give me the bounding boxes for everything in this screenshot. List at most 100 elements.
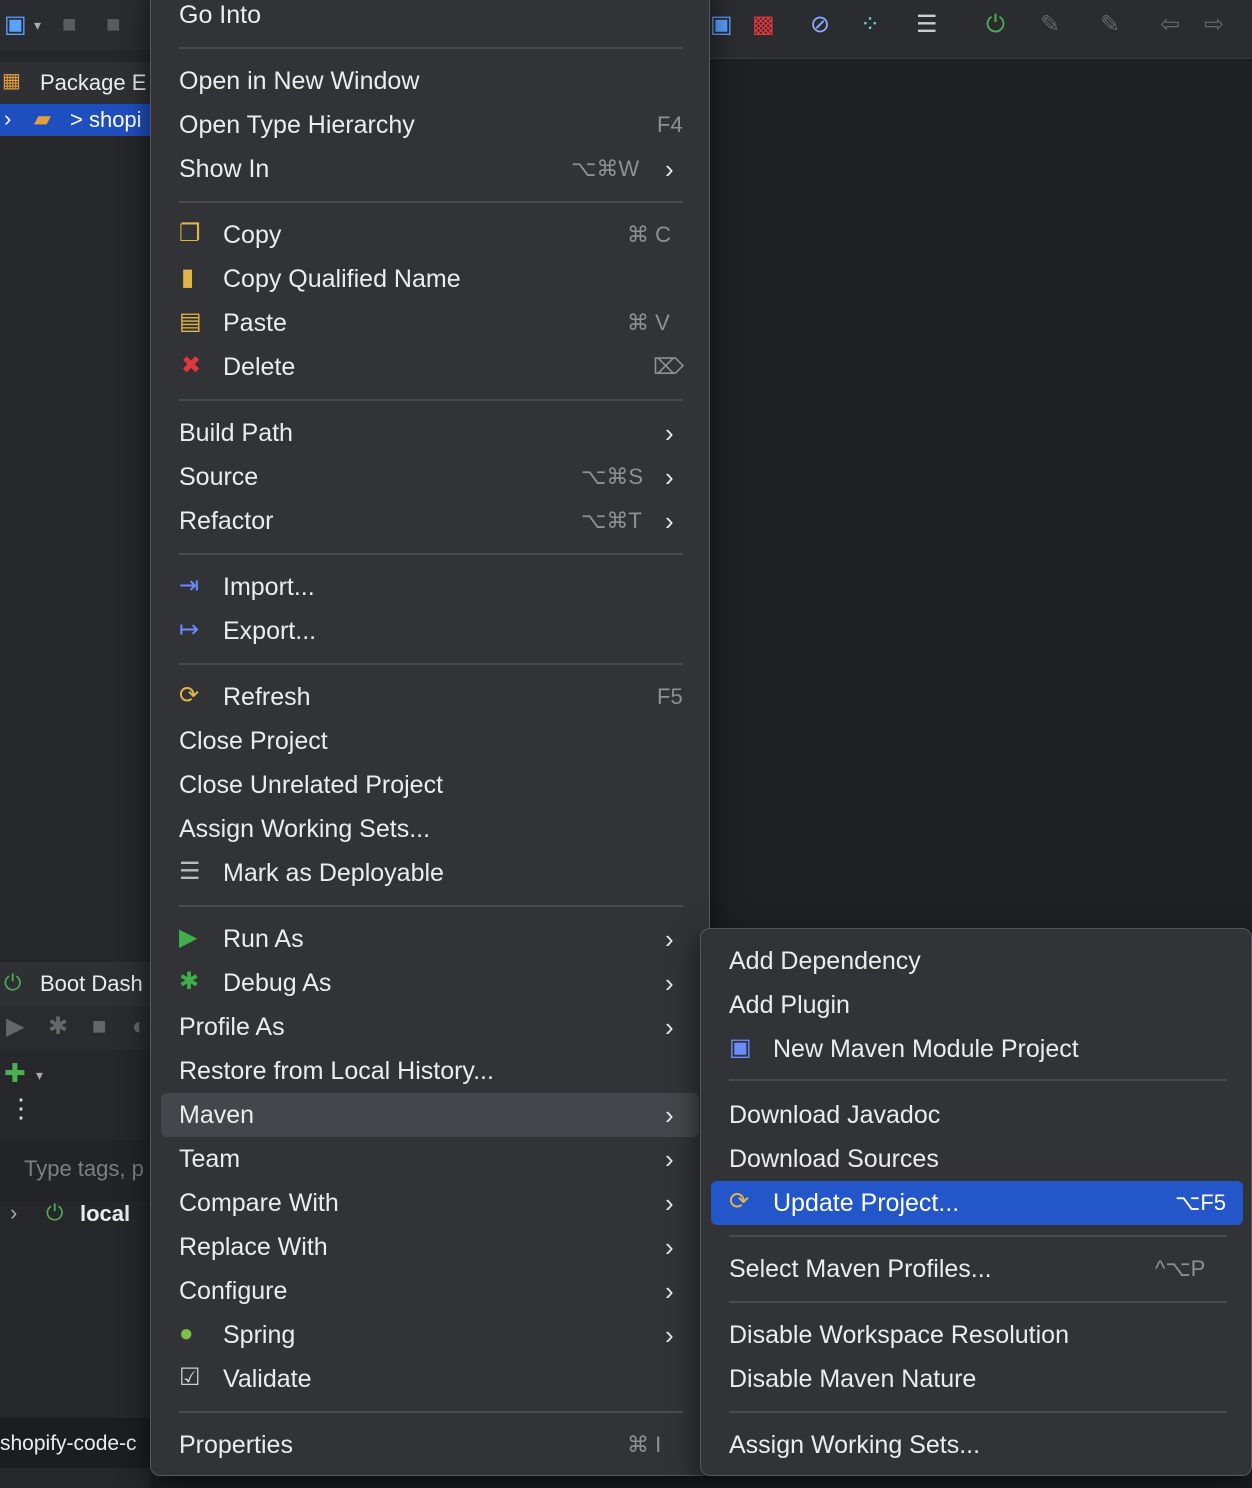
menu-item-run-as[interactable]: ▶ Run As ›: [179, 917, 683, 961]
checkbox-icon: ☑: [179, 1364, 201, 1391]
start-icon[interactable]: ▶: [6, 1012, 24, 1042]
submenu-item-assign-working-sets[interactable]: Assign Working Sets...: [729, 1423, 1233, 1467]
skip-breakpoints-icon[interactable]: ⊘: [810, 10, 830, 40]
menu-label: Open Type Hierarchy: [179, 111, 415, 139]
dropdown-arrow-icon[interactable]: ▾: [36, 1060, 43, 1090]
save-icon[interactable]: ■: [62, 10, 77, 40]
shortcut: ⌥⌘W: [571, 156, 640, 181]
submenu-item-add-dependency[interactable]: Add Dependency: [729, 939, 1233, 983]
menu-item-build-path[interactable]: Build Path ›: [179, 411, 683, 455]
boot-dashboard-header[interactable]: ⏻ Boot Dash: [0, 962, 150, 1006]
maven-submenu: Add Dependency Add Plugin ▣ New Maven Mod…: [700, 928, 1252, 1476]
menu-item-close-unrelated-project[interactable]: Close Unrelated Project: [179, 763, 683, 807]
chevron-right-icon[interactable]: ›: [10, 1200, 17, 1226]
menu-item-copy[interactable]: ❐ Copy ⌘ C: [179, 213, 683, 257]
tag-search-field[interactable]: Type tags, p: [0, 1140, 150, 1202]
menu-item-show-in[interactable]: Show In ⌥⌘W ›: [179, 147, 683, 191]
submenu-item-download-sources[interactable]: Download Sources: [729, 1137, 1233, 1181]
menu-item-replace-with[interactable]: Replace With ›: [179, 1225, 683, 1269]
deploy-icon: ☰: [179, 858, 201, 885]
separator: [729, 1235, 1227, 1237]
server-icon[interactable]: ☰: [916, 10, 938, 40]
next-annotation-icon[interactable]: ✎: [1100, 10, 1120, 40]
chevron-right-icon: ›: [665, 506, 674, 536]
forward-icon[interactable]: ⇨: [1204, 10, 1224, 40]
annotation-icon[interactable]: ✎: [1040, 10, 1060, 40]
menu-item-export[interactable]: ↦ Export...: [179, 609, 683, 653]
local-target-row[interactable]: › ⏻ local: [0, 1200, 150, 1230]
chevron-right-icon[interactable]: ›: [4, 106, 11, 132]
menu-item-maven[interactable]: Maven ›: [179, 1093, 683, 1137]
separator: [179, 1411, 683, 1413]
delete-icon: ✖: [181, 352, 202, 379]
menu-item-paste[interactable]: ▤ Paste ⌘ V: [179, 301, 683, 345]
menu-item-properties[interactable]: Properties ⌘ I: [179, 1423, 683, 1467]
menu-item-validate[interactable]: ☑ Validate: [179, 1357, 683, 1401]
menu-item-debug-as[interactable]: ✱ Debug As ›: [179, 961, 683, 1005]
menu-label: Select Maven Profiles...: [729, 1255, 992, 1283]
back-icon[interactable]: ⇦: [1160, 10, 1180, 40]
chevron-right-icon: ›: [665, 968, 674, 998]
separator: [179, 47, 683, 49]
menu-item-import[interactable]: ⇥ Import...: [179, 565, 683, 609]
chevron-right-icon: ›: [665, 154, 674, 184]
window-icon[interactable]: ▣: [710, 10, 733, 40]
menu-item-restore-local-history[interactable]: Restore from Local History...: [179, 1049, 683, 1093]
debug-icon[interactable]: ✱: [48, 1012, 68, 1042]
submenu-item-disable-workspace-resolution[interactable]: Disable Workspace Resolution: [729, 1313, 1233, 1357]
shortcut: ⌘ I: [627, 1432, 662, 1457]
menu-item-profile-as[interactable]: Profile As ›: [179, 1005, 683, 1049]
save-all-icon[interactable]: ■: [106, 10, 121, 40]
menu-label: Copy: [223, 221, 282, 249]
terminal-icon[interactable]: ⁘: [860, 10, 880, 40]
submenu-item-select-maven-profiles[interactable]: Select Maven Profiles... ^⌥P: [729, 1247, 1233, 1291]
menu-label: Refactor: [179, 507, 274, 535]
submenu-item-add-plugin[interactable]: Add Plugin: [729, 983, 1233, 1027]
menu-item-refactor[interactable]: Refactor ⌥⌘T ›: [179, 499, 683, 543]
menu-label: Download Javadoc: [729, 1101, 941, 1129]
menu-item-copy-qualified-name[interactable]: ▮ Copy Qualified Name: [179, 257, 683, 301]
menu-label: Team: [179, 1145, 241, 1173]
chevron-right-icon: ›: [665, 1320, 674, 1350]
new-file-icon[interactable]: ▣: [4, 10, 27, 40]
menu-item-configure[interactable]: Configure ›: [179, 1269, 683, 1313]
bottom-tab[interactable]: shopify-code-c: [0, 1418, 150, 1468]
package-explorer-header[interactable]: ▦ Package E: [0, 62, 150, 104]
menu-label: Go Into: [179, 1, 261, 29]
submenu-item-download-javadoc[interactable]: Download Javadoc: [729, 1093, 1233, 1137]
menu-item-team[interactable]: Team ›: [179, 1137, 683, 1181]
separator: [179, 663, 683, 665]
menu-item-mark-as-deployable[interactable]: ☰ Mark as Deployable: [179, 851, 683, 895]
menu-item-close-project[interactable]: Close Project: [179, 719, 683, 763]
menu-item-open-new-window[interactable]: Open in New Window: [179, 59, 683, 103]
submenu-item-update-project[interactable]: ⟳ Update Project... ⌥F5: [729, 1181, 1233, 1225]
menu-item-assign-working-sets[interactable]: Assign Working Sets...: [179, 807, 683, 851]
shortcut: ⌦: [653, 354, 685, 379]
menu-item-source[interactable]: Source ⌥⌘S ›: [179, 455, 683, 499]
menu-label: Assign Working Sets...: [729, 1431, 981, 1459]
open-browser-icon[interactable]: ◐: [132, 1012, 147, 1042]
submenu-item-disable-maven-nature[interactable]: Disable Maven Nature: [729, 1357, 1233, 1401]
menu-item-spring[interactable]: ● Spring ›: [179, 1313, 683, 1357]
package-explorer-title: Package E: [40, 70, 147, 95]
run-icon: ▶: [179, 924, 198, 951]
copy-icon: ❐: [179, 220, 201, 247]
menu-item-open-type-hierarchy[interactable]: Open Type Hierarchy F4: [179, 103, 683, 147]
menu-label: New Maven Module Project: [773, 1035, 1079, 1063]
more-options-icon[interactable]: ⋮: [8, 1095, 34, 1121]
stop-icon[interactable]: ■: [92, 1012, 107, 1042]
add-icon[interactable]: ✚: [4, 1058, 26, 1088]
dropdown-arrow-icon[interactable]: ▾: [34, 10, 41, 40]
separator: [179, 201, 683, 203]
gift-icon[interactable]: ▩: [752, 10, 775, 40]
menu-item-delete[interactable]: ✖ Delete ⌦: [179, 345, 685, 389]
submenu-item-new-maven-module[interactable]: ▣ New Maven Module Project: [729, 1027, 1233, 1071]
project-tree-row[interactable]: › ▰ > shopi: [0, 104, 150, 136]
bug-icon: ✱: [179, 968, 200, 995]
spring-boot-icon[interactable]: ⏻: [986, 10, 1005, 40]
menu-label: Export...: [223, 617, 317, 645]
menu-item-compare-with[interactable]: Compare With ›: [179, 1181, 683, 1225]
menu-label: Assign Working Sets...: [179, 815, 431, 843]
menu-label: Delete: [223, 353, 296, 381]
menu-item-refresh[interactable]: ⟳ Refresh F5: [179, 675, 683, 719]
